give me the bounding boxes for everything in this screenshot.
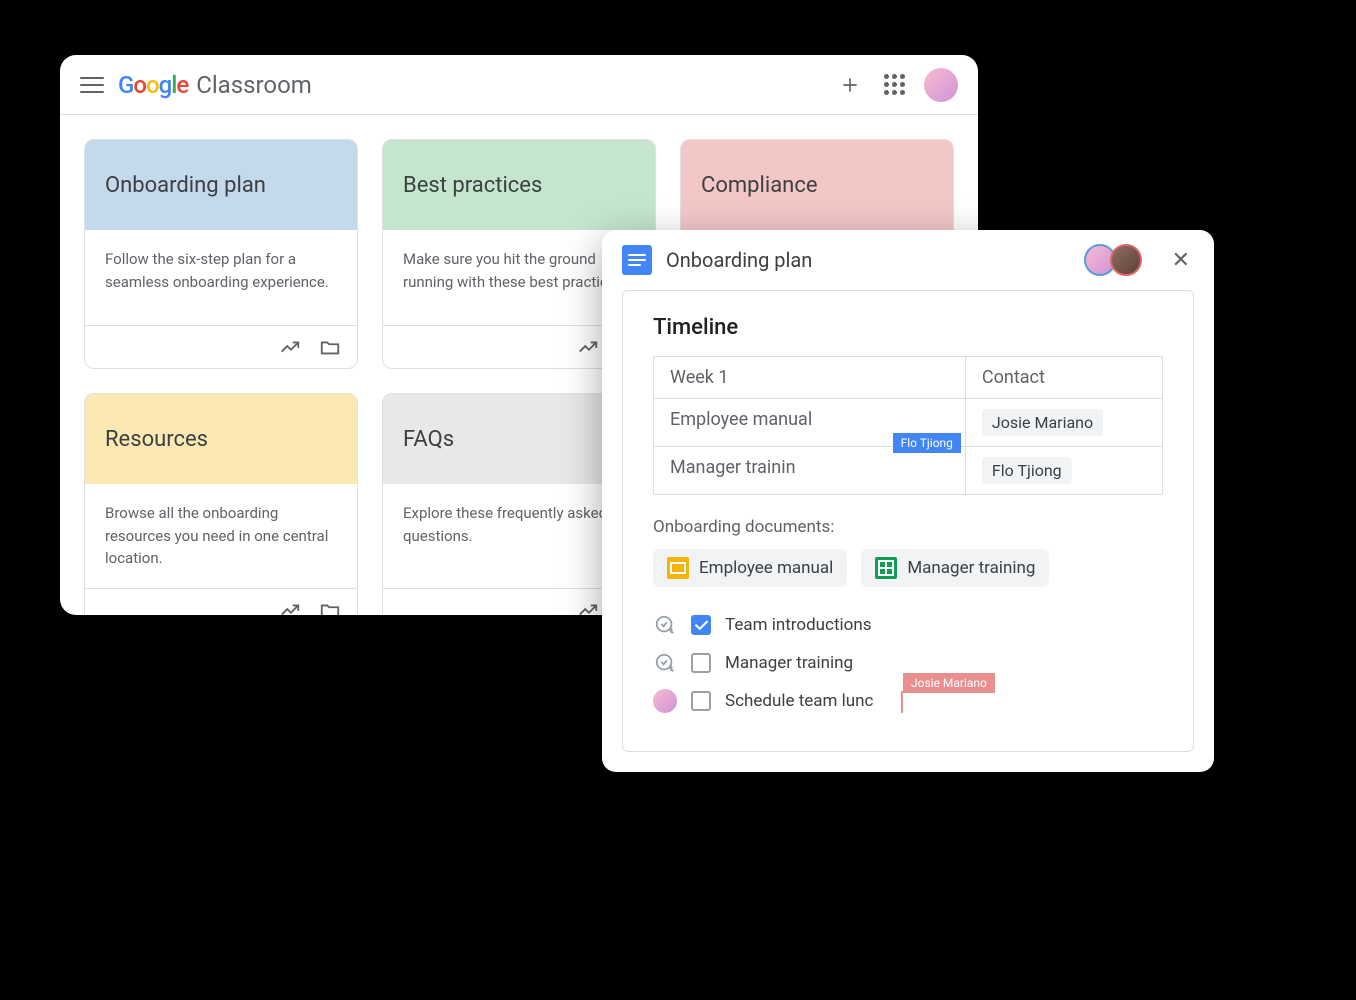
table-cell[interactable]: Josie Mariano	[966, 399, 1162, 446]
collaborator-cursor-line	[901, 691, 903, 713]
doc-chip-label: Employee manual	[699, 558, 833, 578]
docs-header: Onboarding plan ✕	[602, 230, 1214, 290]
doc-chip-label: Manager training	[907, 558, 1035, 578]
timeline-table: Week 1 Contact Employee manual Josie Mar…	[653, 356, 1163, 495]
document-chip-sheets[interactable]: Manager training	[861, 549, 1049, 587]
assign-task-icon[interactable]	[653, 651, 677, 675]
card-title: Best practices	[403, 173, 542, 198]
google-logo: Google	[118, 71, 188, 99]
class-card-onboarding-plan[interactable]: Onboarding plan Follow the six-step plan…	[84, 139, 358, 369]
close-icon[interactable]: ✕	[1168, 248, 1194, 273]
docs-content: Timeline Week 1 Contact Employee manual …	[622, 290, 1194, 752]
checklist-item[interactable]: Schedule team lunc Josie Mariano	[653, 689, 1163, 713]
user-avatar[interactable]	[924, 68, 958, 102]
docs-window: Onboarding plan ✕ Timeline Week 1 Contac…	[602, 230, 1214, 772]
product-name: Classroom	[196, 71, 312, 99]
trending-icon[interactable]	[577, 336, 599, 358]
collaborator-avatar[interactable]	[1110, 244, 1142, 276]
sheets-icon	[875, 557, 897, 579]
checkbox-checked[interactable]	[691, 615, 711, 635]
menu-icon[interactable]	[80, 73, 104, 97]
collaborator-cursor-tag: Flo Tjiong	[893, 433, 961, 453]
card-title: Onboarding plan	[105, 173, 266, 198]
table-header: Contact	[966, 357, 1162, 398]
classroom-header: Google Classroom	[60, 55, 978, 115]
trending-icon[interactable]	[577, 599, 599, 616]
apps-icon[interactable]	[882, 73, 906, 97]
assignee-avatar[interactable]	[653, 689, 677, 713]
section-label: Onboarding documents:	[653, 517, 1163, 537]
folder-icon[interactable]	[319, 336, 341, 358]
docs-app-icon	[622, 245, 652, 275]
checklist-item[interactable]: Team introductions	[653, 613, 1163, 637]
trending-icon[interactable]	[279, 599, 301, 616]
collaborator-avatars	[1084, 244, 1142, 276]
collaborator-cursor-tag: Josie Mariano	[903, 673, 995, 693]
checklist-label: Team introductions	[725, 615, 872, 635]
checklist: Team introductions Manager training Sche…	[653, 613, 1163, 713]
folder-icon[interactable]	[319, 599, 341, 616]
contact-chip[interactable]: Josie Mariano	[982, 409, 1103, 436]
checkbox-unchecked[interactable]	[691, 691, 711, 711]
card-title: Compliance	[701, 173, 818, 198]
card-title: Resources	[105, 427, 208, 452]
card-description: Follow the six-step plan for a seamless …	[85, 230, 357, 325]
assign-task-icon[interactable]	[653, 613, 677, 637]
slides-icon	[667, 557, 689, 579]
document-chips: Employee manual Manager training	[653, 549, 1163, 587]
card-title: FAQs	[403, 427, 454, 452]
docs-title: Onboarding plan	[666, 248, 1070, 272]
document-chip-slides[interactable]: Employee manual	[653, 549, 847, 587]
add-icon[interactable]	[838, 73, 862, 97]
table-header: Week 1	[654, 357, 966, 398]
card-description: Browse all the onboarding resources you …	[85, 484, 357, 588]
checkbox-unchecked[interactable]	[691, 653, 711, 673]
checklist-label: Manager training	[725, 653, 853, 673]
checklist-item[interactable]: Manager training	[653, 651, 1163, 675]
contact-chip[interactable]: Flo Tjiong	[982, 457, 1072, 484]
checklist-label: Schedule team lunc	[725, 691, 873, 711]
table-cell[interactable]: Flo Tjiong	[966, 447, 1162, 494]
trending-icon[interactable]	[279, 336, 301, 358]
table-cell[interactable]: Manager trainin Flo Tjiong	[654, 447, 966, 494]
class-card-resources[interactable]: Resources Browse all the onboarding reso…	[84, 393, 358, 615]
timeline-heading: Timeline	[653, 315, 1163, 340]
